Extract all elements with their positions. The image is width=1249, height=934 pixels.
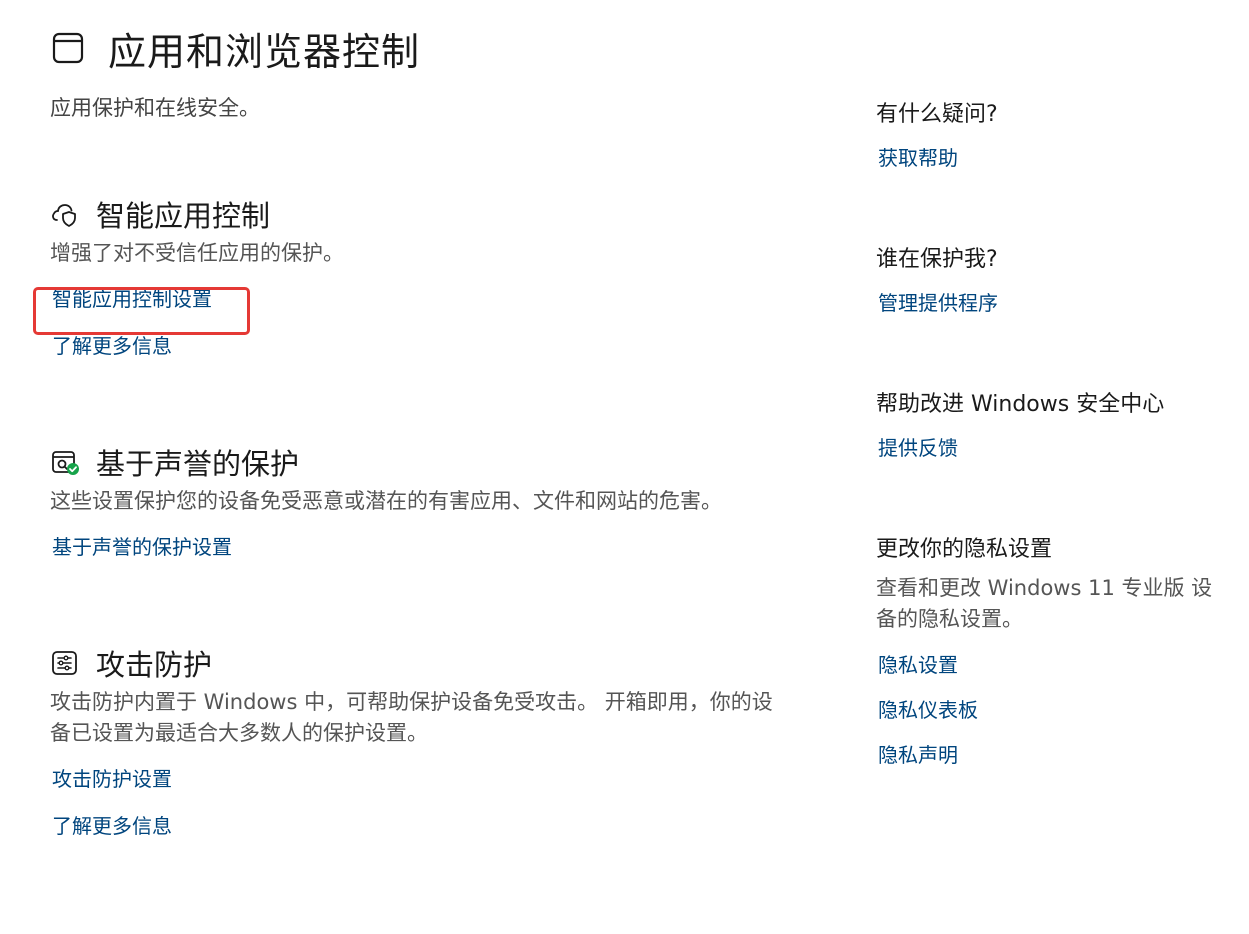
exploit-protection-learn-more-link[interactable]: 了解更多信息 — [52, 810, 172, 839]
exploit-sliders-icon — [50, 648, 80, 678]
sidebar-improve: 帮助改进 Windows 安全中心 提供反馈 — [876, 386, 1226, 461]
section-smart-app-control: 智能应用控制 增强了对不受信任应用的保护。 智能应用控制设置 了解更多信息 — [50, 194, 790, 359]
sidebar-questions: 有什么疑问? 获取帮助 — [876, 96, 1226, 171]
section-description: 增强了对不受信任应用的保护。 — [50, 241, 344, 265]
sidebar-privacy: 更改你的隐私设置 查看和更改 Windows 11 专业版 设备的隐私设置。 隐… — [876, 531, 1226, 768]
reputation-check-icon — [50, 447, 80, 477]
section-title: 攻击防护 — [96, 648, 213, 682]
reputation-protection-settings-link[interactable]: 基于声誉的保护设置 — [52, 531, 232, 560]
section-description: 这些设置保护您的设备免受恶意或潜在的有害应用、文件和网站的危害。 — [50, 489, 722, 513]
sidebar-title: 有什么疑问? — [876, 102, 998, 127]
section-exploit-protection: 攻击防护 攻击防护内置于 Windows 中，可帮助保护设备免受攻击。 开箱即用… — [50, 643, 790, 839]
manage-providers-link[interactable]: 管理提供程序 — [876, 287, 998, 316]
exploit-protection-settings-link[interactable]: 攻击防护设置 — [52, 763, 172, 792]
sidebar-who-protects: 谁在保护我? 管理提供程序 — [876, 241, 1226, 316]
sidebar-title: 更改你的隐私设置 — [876, 537, 1053, 562]
give-feedback-link[interactable]: 提供反馈 — [876, 432, 958, 461]
sidebar-title: 帮助改进 Windows 安全中心 — [876, 392, 1165, 417]
page-title: 应用和浏览器控制 — [108, 29, 421, 74]
smart-app-control-learn-more-link[interactable]: 了解更多信息 — [52, 330, 172, 359]
section-title: 智能应用控制 — [96, 199, 271, 233]
app-window-icon — [50, 30, 86, 66]
privacy-dashboard-link[interactable]: 隐私仪表板 — [876, 694, 978, 723]
smart-app-control-settings-link[interactable]: 智能应用控制设置 — [52, 283, 212, 312]
page-header: 应用和浏览器控制 — [50, 20, 420, 76]
section-header: 基于声誉的保护 — [50, 442, 790, 482]
cloud-shield-icon — [50, 199, 80, 229]
section-reputation-protection: 基于声誉的保护 这些设置保护您的设备免受恶意或潜在的有害应用、文件和网站的危害。… — [50, 442, 790, 560]
sidebar-title: 谁在保护我? — [876, 247, 998, 272]
privacy-settings-link[interactable]: 隐私设置 — [876, 649, 958, 678]
section-description: 攻击防护内置于 Windows 中，可帮助保护设备免受攻击。 开箱即用，你的设备… — [50, 690, 773, 745]
section-header: 智能应用控制 — [50, 194, 790, 234]
get-help-link[interactable]: 获取帮助 — [876, 142, 958, 171]
sidebar-description: 查看和更改 Windows 11 专业版 设备的隐私设置。 — [876, 576, 1213, 631]
section-title: 基于声誉的保护 — [96, 447, 300, 481]
page-description: 应用保护和在线安全。 — [50, 96, 260, 120]
section-header: 攻击防护 — [50, 643, 790, 683]
privacy-statement-link[interactable]: 隐私声明 — [876, 739, 958, 768]
